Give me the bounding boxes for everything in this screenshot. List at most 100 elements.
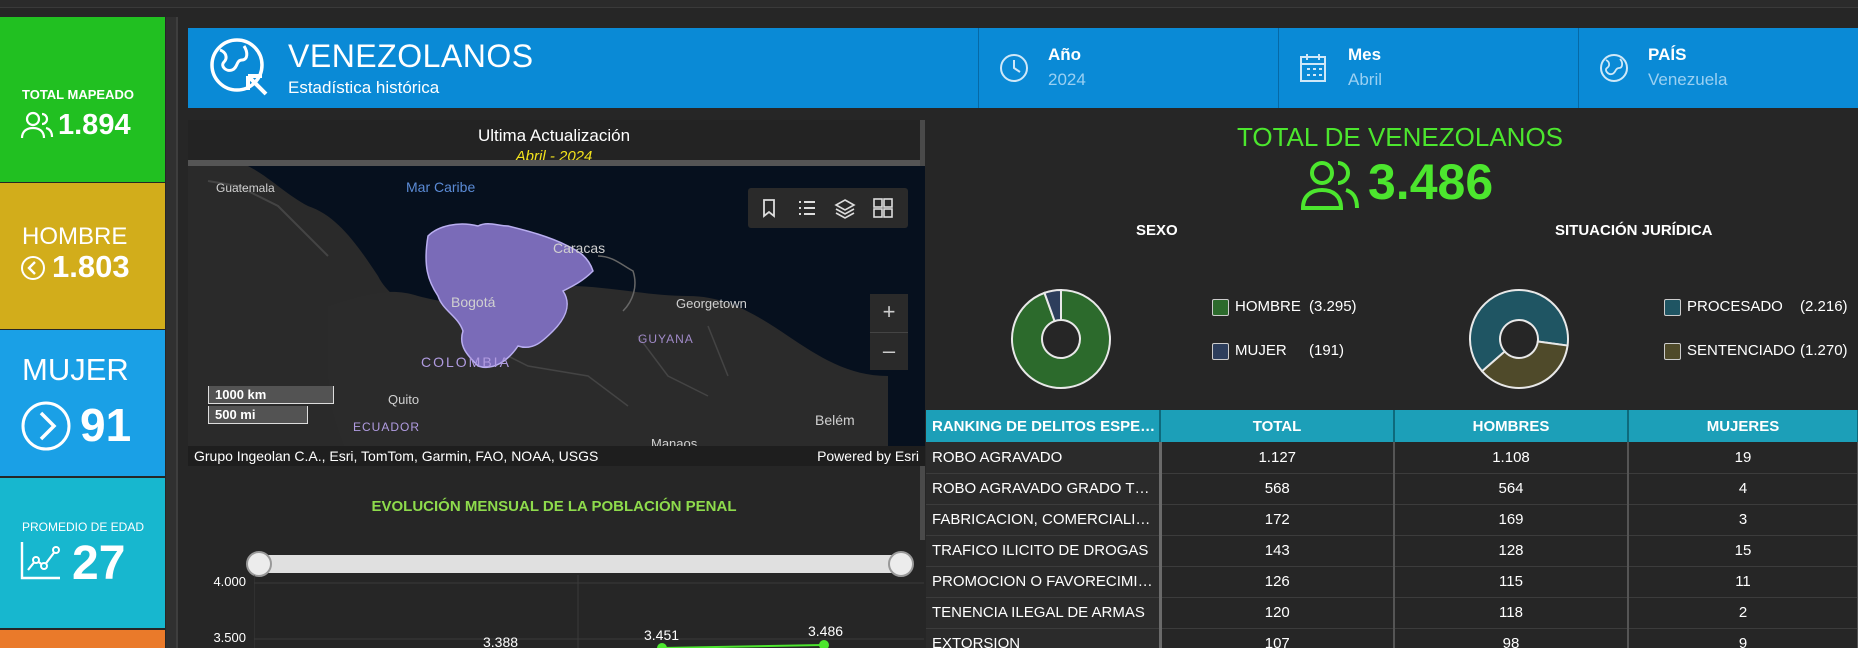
map-label-ecuador: ECUADOR — [353, 420, 421, 434]
evolution-point-label: 3.388 — [483, 634, 519, 648]
sexo-title: SEXO — [1136, 222, 1178, 239]
powered-by-esri[interactable]: Powered by Esri — [817, 448, 919, 464]
evolution-chart-title: EVOLUCIÓN MENSUAL DE LA POBLACIÓN PENAL — [371, 498, 737, 515]
legend-sentenciado-count: (1.270) — [1800, 342, 1848, 359]
chevron-left-circle-icon — [21, 256, 45, 280]
y-tick-4000: 4.000 — [213, 574, 246, 589]
crime-name-cell: ROBO AGRAVADO GRADO TENTATIVA — [926, 473, 1162, 505]
slider-start-handle[interactable] — [246, 551, 272, 577]
situacion-donut-chart — [1469, 289, 1569, 389]
left-gutter — [166, 17, 176, 648]
legend-hombre-count: (3.295) — [1309, 298, 1357, 315]
map-label-guatemala: Guatemala — [216, 181, 275, 195]
table-cell: 98 — [1394, 628, 1629, 648]
country-value: Venezuela — [1648, 70, 1728, 89]
zoom-in-button[interactable]: + — [870, 294, 908, 332]
last-update-panel: Ultima Actualización Abril - 2024 — [188, 120, 920, 160]
table-cell: 169 — [1394, 504, 1629, 536]
table-cell: 143 — [1160, 535, 1395, 567]
kpi-hombre-value: 1.803 — [52, 249, 130, 284]
column-header[interactable]: HOMBRES — [1394, 410, 1629, 442]
legend-label: PROCESADO — [1687, 298, 1783, 315]
globe-icon — [1600, 54, 1628, 82]
kpi-mujer[interactable]: MUJER 91 — [0, 330, 165, 476]
left-divider — [176, 17, 178, 648]
legend-procesado[interactable]: PROCESADO — [1664, 298, 1783, 316]
total-venezolanos-title: TOTAL DE VENEZOLANOS — [1236, 122, 1564, 152]
map-toolbar — [748, 188, 908, 228]
kpi-promedio-edad[interactable]: PROMEDIO DE EDAD 27 — [0, 478, 165, 628]
crime-name-cell: EXTORSION — [926, 628, 1162, 648]
legend-sentenciado[interactable]: SENTENCIADO — [1664, 342, 1795, 360]
kpi-edad-label: PROMEDIO DE EDAD — [22, 520, 145, 534]
column-header[interactable]: MUJERES — [1628, 410, 1858, 442]
table-header-row: RANKING DE DELITOS ESPECÍFICOS TOTAL HOM… — [926, 410, 1858, 442]
chevron-right-circle-icon — [21, 401, 71, 451]
column-header[interactable]: TOTAL — [1160, 410, 1395, 442]
crime-name-cell: ROBO AGRAVADO — [926, 442, 1162, 474]
evolution-point — [657, 643, 667, 648]
calendar-icon — [1300, 54, 1326, 82]
country-selector[interactable]: PAÍS Venezuela — [1578, 28, 1858, 108]
basemap-gallery-icon[interactable] — [872, 197, 894, 219]
kpi-hombre-label: HOMBRE — [22, 223, 128, 250]
scale-bar-km: 1000 km — [208, 386, 334, 404]
table-row[interactable]: TENENCIA ILEGAL DE ARMAS 120 118 2 — [926, 597, 1858, 629]
evolution-point-label: 3.486 — [808, 623, 844, 639]
globe-pointer-icon — [210, 38, 268, 96]
legend-label: HOMBRE — [1235, 298, 1301, 315]
legend-swatch — [1212, 298, 1229, 316]
kpi-hombre[interactable]: HOMBRE 1.803 — [0, 183, 165, 329]
year-selector[interactable]: Año 2024 — [978, 28, 1278, 108]
kpi-edad-value: 27 — [72, 537, 126, 590]
month-selector[interactable]: Mes Abril — [1278, 28, 1578, 108]
table-row[interactable]: ROBO AGRAVADO 1.127 1.108 19 — [926, 442, 1858, 474]
kpi-mujer-value: 91 — [80, 399, 132, 451]
table-cell: 172 — [1160, 504, 1395, 536]
crime-name-cell: TENENCIA ILEGAL DE ARMAS — [926, 597, 1162, 629]
table-cell: 118 — [1394, 597, 1629, 629]
header-title: VENEZOLANOS — [288, 38, 534, 74]
column-header[interactable]: RANKING DE DELITOS ESPECÍFICOS — [926, 410, 1161, 442]
kpi-next-card[interactable] — [0, 630, 165, 648]
table-cell: 115 — [1394, 566, 1629, 598]
layers-icon[interactable] — [834, 197, 856, 219]
table-row[interactable]: PROMOCION O FAVORECIMIENTO 126 115 11 — [926, 566, 1858, 598]
table-cell: 107 — [1160, 628, 1395, 648]
legend-hombre[interactable]: HOMBRE — [1212, 298, 1301, 316]
kpi-total-value: 1.894 — [58, 109, 131, 141]
last-update-value: Abril - 2024 — [515, 148, 593, 160]
map-label-georgetown: Georgetown — [676, 296, 747, 311]
slider-end-handle[interactable] — [888, 551, 914, 577]
month-value: Abril — [1348, 70, 1383, 89]
table-cell: 568 — [1160, 473, 1395, 505]
map-label-guyana: GUYANA — [638, 332, 694, 346]
map-view[interactable]: Guatemala Mar Caribe Caracas Georgetown … — [188, 166, 925, 448]
legend-label: MUJER — [1235, 342, 1287, 359]
table-cell: 4 — [1628, 473, 1858, 505]
kpi-total-label: TOTAL MAPEADO — [22, 87, 134, 102]
crime-name-cell: TRAFICO ILICITO DE DROGAS — [926, 535, 1162, 567]
table-cell: 126 — [1160, 566, 1395, 598]
kpi-total-mapeado[interactable]: TOTAL MAPEADO 1.894 — [0, 17, 165, 182]
table-row[interactable]: EXTORSION 107 98 9 — [926, 628, 1858, 648]
evolution-point-label: 3.451 — [644, 627, 680, 643]
legend-mujer-count: (191) — [1309, 342, 1345, 359]
evolution-point — [819, 640, 829, 648]
legend-mujer[interactable]: MUJER — [1212, 342, 1287, 360]
table-row[interactable]: ROBO AGRAVADO GRADO TENTATIVA5685644 — [926, 473, 1858, 505]
table-cell: 1.108 — [1394, 442, 1629, 474]
table-cell: 2 — [1628, 597, 1858, 629]
legend-list-icon[interactable] — [796, 197, 818, 219]
attribution-text: Grupo Ingeolan C.A., Esri, TomTom, Garmi… — [194, 448, 599, 464]
zoom-out-button[interactable]: – — [870, 332, 908, 370]
bookmark-icon[interactable] — [758, 197, 780, 219]
legend-swatch — [1664, 342, 1681, 360]
users-icon — [1300, 161, 1359, 210]
table-row[interactable]: FABRICACION, COMERCIALIZACION1721693 — [926, 504, 1858, 536]
legend-procesado-count: (2.216) — [1800, 298, 1848, 315]
time-range-slider[interactable] — [246, 551, 914, 577]
kpi-mujer-label: MUJER — [22, 352, 129, 387]
map-label-colombia: COLOMBIA — [421, 354, 511, 370]
table-row[interactable]: TRAFICO ILICITO DE DROGAS 143 128 15 — [926, 535, 1858, 567]
